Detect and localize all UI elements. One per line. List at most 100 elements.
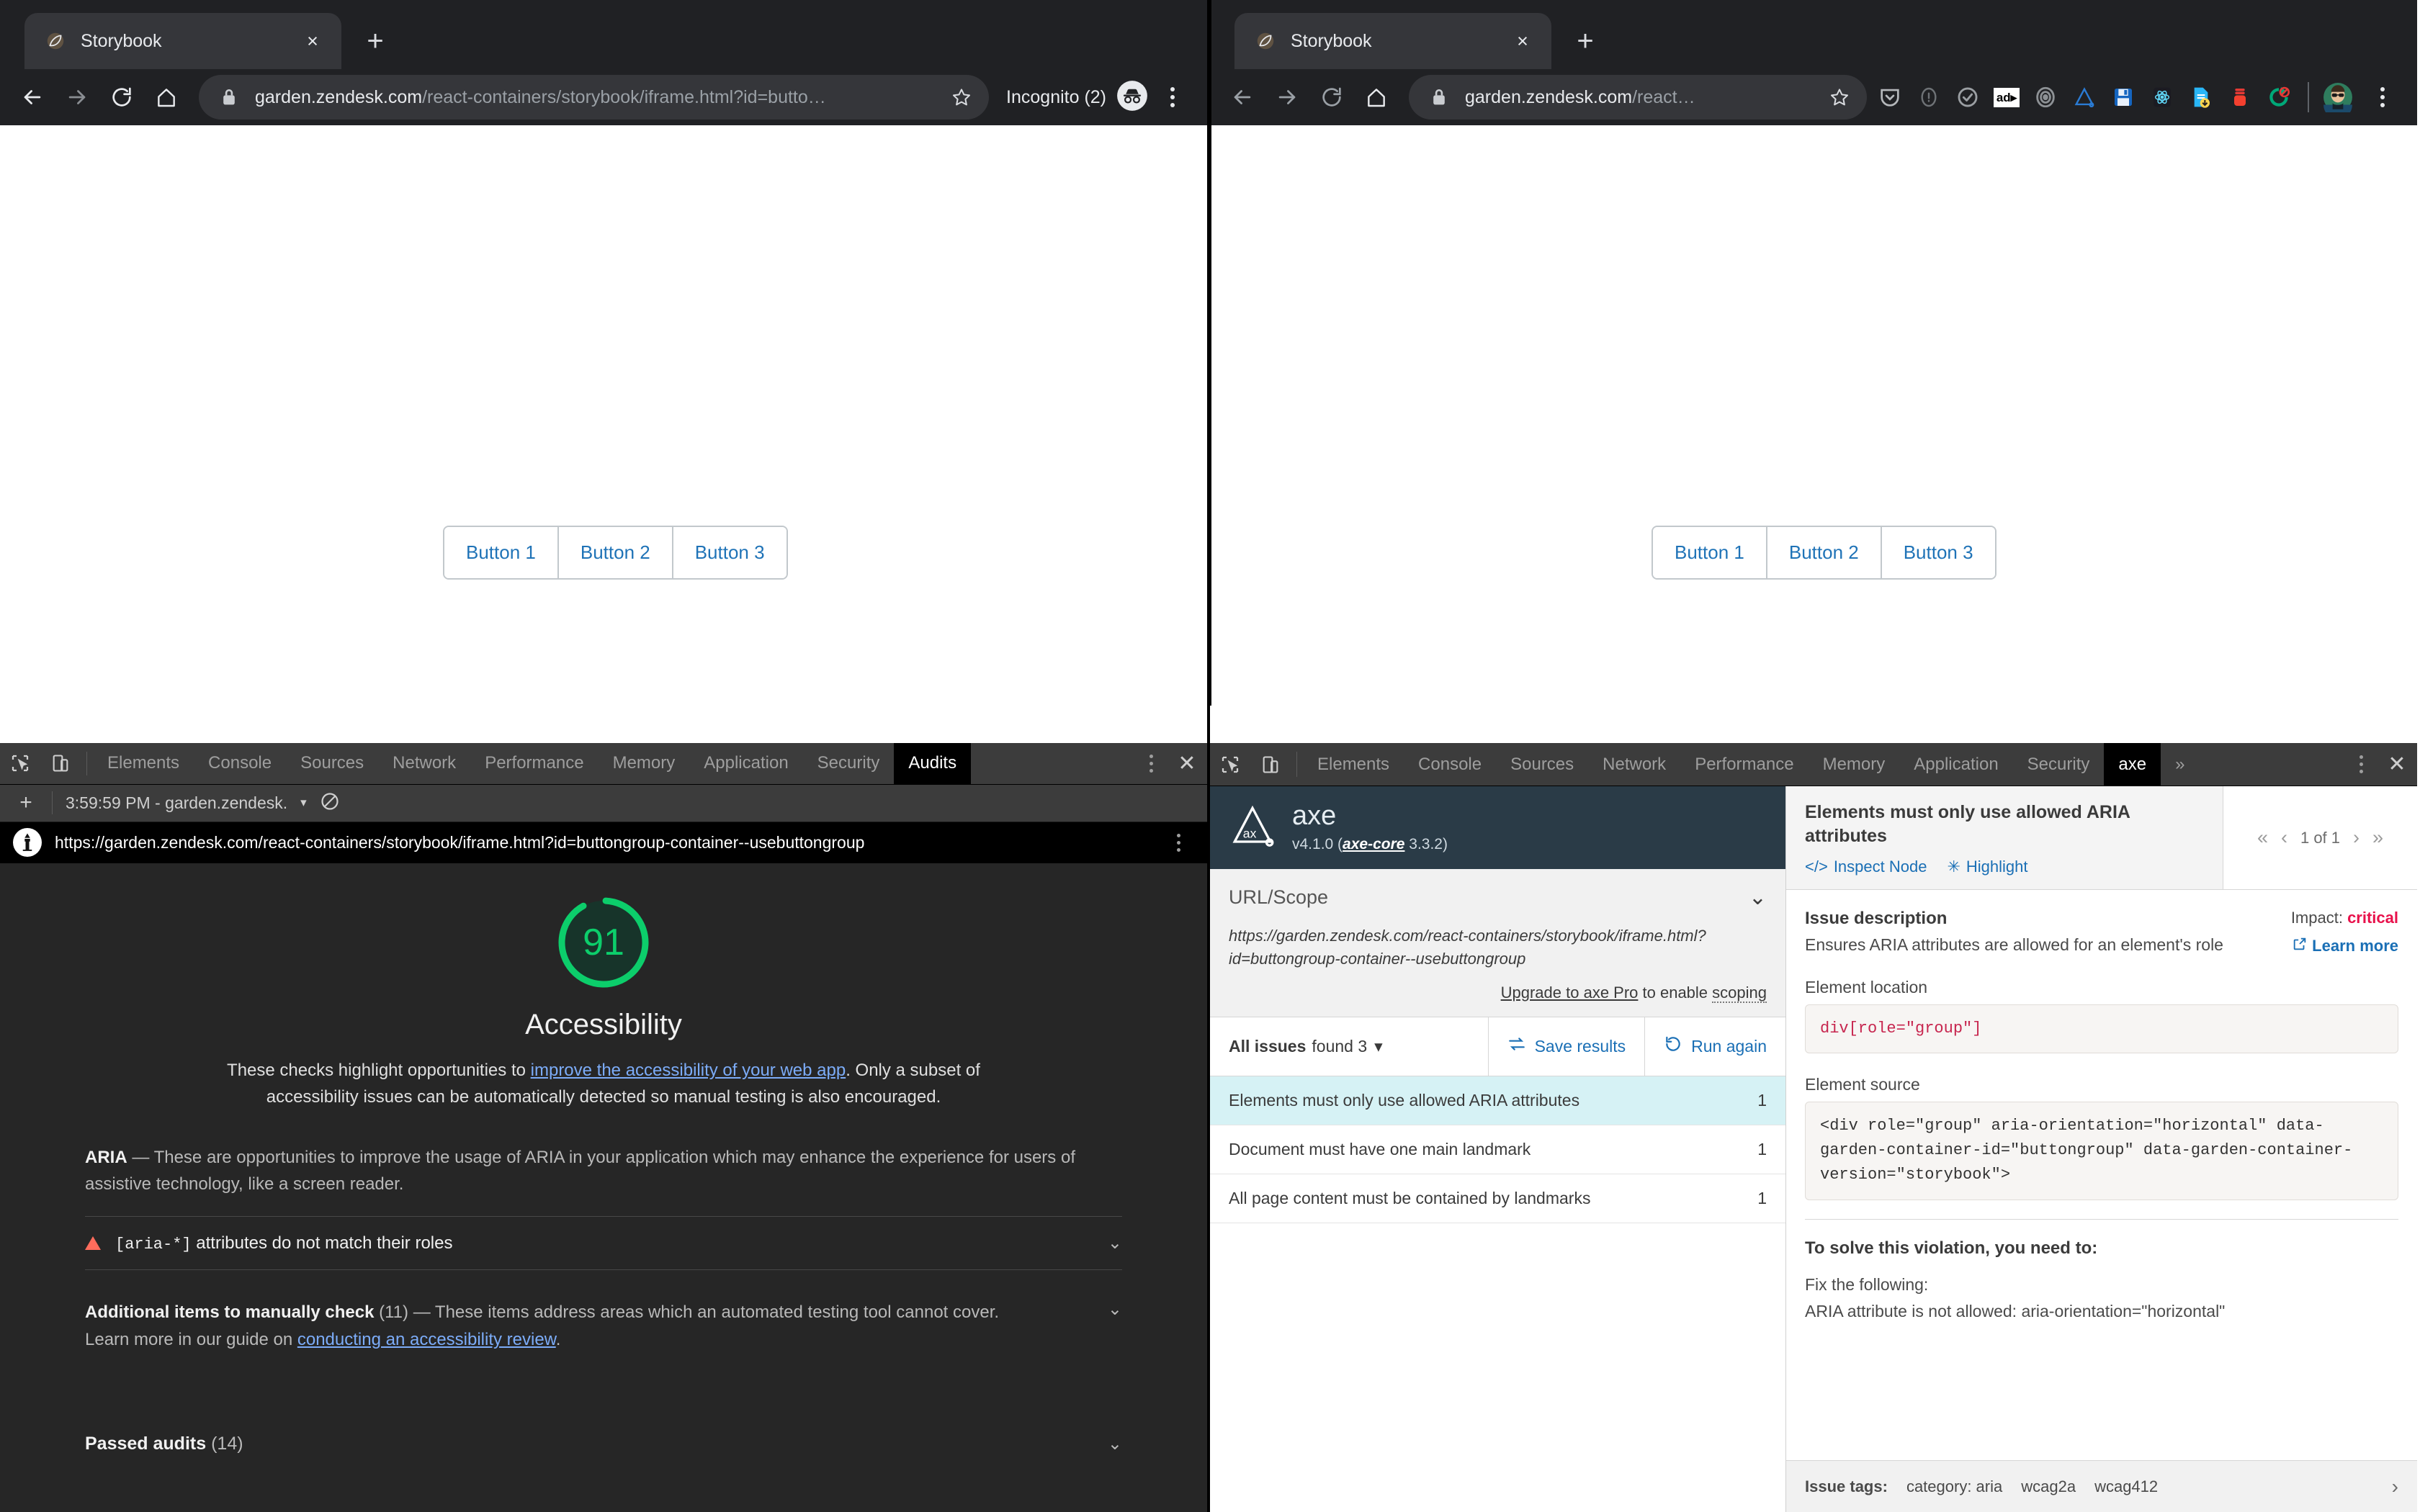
reload-icon[interactable]	[1309, 75, 1354, 120]
red-canister-icon[interactable]	[2221, 78, 2259, 116]
chevron-down-icon[interactable]: ▾	[300, 796, 307, 810]
devtools-tab-overflow[interactable]: »	[2161, 743, 2199, 786]
devtools-tab-elements[interactable]: Elements	[93, 743, 194, 784]
last-page-icon[interactable]: »	[2372, 827, 2383, 849]
no-entry-icon[interactable]	[320, 791, 340, 815]
chevron-down-icon[interactable]: ⌄	[1108, 1299, 1122, 1320]
avatar[interactable]	[2319, 78, 2357, 116]
button-3[interactable]: Button 3	[671, 527, 786, 578]
improve-accessibility-link[interactable]: improve the accessibility of your web ap…	[531, 1061, 846, 1080]
next-page-icon[interactable]: ›	[2353, 827, 2360, 849]
issue-tag[interactable]: wcag412	[2094, 1477, 2158, 1496]
axe-icon[interactable]	[2066, 78, 2103, 116]
reload-icon[interactable]	[99, 75, 144, 120]
expand-tags-icon[interactable]: ›	[2392, 1475, 2398, 1498]
issue-list-item[interactable]: All page content must be contained by la…	[1210, 1174, 1785, 1223]
home-icon[interactable]	[144, 75, 189, 120]
devtools-tab-application[interactable]: Application	[689, 743, 802, 784]
inspect-element-icon[interactable]	[0, 743, 40, 784]
devtools-tab-elements[interactable]: Elements	[1303, 743, 1404, 786]
address-bar[interactable]: garden.zendesk.com/react…	[1409, 75, 1867, 120]
audit-menu-icon[interactable]	[1162, 833, 1194, 852]
info-circle-icon[interactable]	[1910, 78, 1948, 116]
bookmark-star-icon[interactable]	[944, 80, 979, 114]
chevron-down-icon[interactable]: ⌄	[1108, 1233, 1122, 1254]
pocket-icon[interactable]	[1871, 78, 1909, 116]
devtools-tab-security[interactable]: Security	[803, 743, 895, 784]
learn-more-link[interactable]: Learn more	[2291, 936, 2398, 956]
devtools-close-icon[interactable]: ✕	[1167, 743, 1207, 784]
devtools-tab-network[interactable]: Network	[378, 743, 470, 784]
url-scope-header[interactable]: URL/Scope ⌄	[1229, 885, 1767, 910]
browser-tab-storybook[interactable]: Storybook ×	[24, 13, 341, 69]
browser-menu-icon[interactable]	[1154, 75, 1191, 120]
check-circle-icon[interactable]	[1949, 78, 1986, 116]
adblock-icon[interactable]: ad▸	[1988, 78, 2025, 116]
run-again-button[interactable]: Run again	[1645, 1017, 1785, 1076]
forward-icon[interactable]	[1265, 75, 1309, 120]
file-download-icon[interactable]	[2182, 78, 2220, 116]
new-tab-button[interactable]: +	[1561, 17, 1609, 65]
forward-icon[interactable]	[55, 75, 99, 120]
devtools-menu-icon[interactable]	[1135, 743, 1167, 784]
devtools-tab-console[interactable]: Console	[1404, 743, 1496, 786]
incognito-icon[interactable]	[1116, 80, 1148, 115]
inspect-node-button[interactable]: </> Inspect Node	[1805, 858, 1927, 876]
chevron-down-icon[interactable]: ▾	[1374, 1037, 1383, 1056]
close-icon[interactable]: ×	[1508, 27, 1537, 55]
devtools-tab-sources[interactable]: Sources	[286, 743, 378, 784]
devtools-tab-application[interactable]: Application	[1899, 743, 2012, 786]
audit-rule-row[interactable]: [aria-*] attributes do not match their r…	[85, 1216, 1122, 1270]
button-3[interactable]: Button 3	[1880, 527, 1995, 578]
devtools-tab-security[interactable]: Security	[2013, 743, 2105, 786]
devtools-tab-console[interactable]: Console	[194, 743, 286, 784]
home-icon[interactable]	[1354, 75, 1399, 120]
inspect-element-icon[interactable]	[1210, 743, 1250, 786]
react-devtools-icon[interactable]	[2143, 78, 2181, 116]
new-tab-button[interactable]: +	[351, 17, 399, 65]
browser-menu-icon[interactable]	[2364, 75, 2401, 120]
devtools-tab-memory[interactable]: Memory	[599, 743, 690, 784]
target-icon[interactable]	[2027, 78, 2064, 116]
accessibility-review-link[interactable]: conducting an accessibility review	[297, 1330, 556, 1349]
devtools-tab-audits[interactable]: Audits	[894, 743, 972, 784]
button-1[interactable]: Button 1	[1653, 527, 1766, 578]
passed-audits-section[interactable]: Passed audits (14) ⌄	[85, 1434, 1122, 1454]
button-1[interactable]: Button 1	[444, 527, 557, 578]
devtools-tab-network[interactable]: Network	[1588, 743, 1680, 786]
browser-tab-storybook-right[interactable]: Storybook ×	[1234, 13, 1551, 69]
devtools-tab-memory[interactable]: Memory	[1809, 743, 1900, 786]
issue-list-item[interactable]: Elements must only use allowed ARIA attr…	[1210, 1076, 1785, 1125]
devtools-tab-axe[interactable]: axe	[2104, 743, 2161, 786]
green-block-icon[interactable]	[2260, 78, 2298, 116]
issue-list-item[interactable]: Document must have one main landmark 1	[1210, 1125, 1785, 1174]
device-toolbar-icon[interactable]	[40, 743, 81, 784]
floppy-save-icon[interactable]	[2105, 78, 2142, 116]
first-page-icon[interactable]: «	[2257, 827, 2268, 849]
back-icon[interactable]	[1220, 75, 1265, 120]
devtools-close-icon[interactable]: ✕	[2377, 743, 2417, 786]
highlight-button[interactable]: ✳ Highlight	[1947, 858, 2027, 876]
close-icon[interactable]: ×	[298, 27, 327, 55]
devtools-menu-icon[interactable]	[2345, 743, 2377, 786]
devtools-tab-performance[interactable]: Performance	[1680, 743, 1808, 786]
button-2[interactable]: Button 2	[557, 527, 672, 578]
issues-filter[interactable]: All issues found 3 ▾	[1210, 1017, 1402, 1076]
upgrade-axe-pro-link[interactable]: Upgrade to axe Pro	[1501, 984, 1639, 1002]
device-toolbar-icon[interactable]	[1250, 743, 1291, 786]
axe-core-link[interactable]: axe-core	[1343, 836, 1404, 852]
issue-tag[interactable]: wcag2a	[2021, 1477, 2076, 1496]
incognito-indicator[interactable]: Incognito (2)	[1006, 80, 1148, 115]
scoping-tooltip-term[interactable]: scoping	[1712, 983, 1767, 1003]
chevron-down-icon[interactable]: ⌄	[1749, 885, 1767, 910]
prev-page-icon[interactable]: ‹	[2281, 827, 2287, 849]
save-results-button[interactable]: Save results	[1489, 1017, 1645, 1076]
devtools-tab-sources[interactable]: Sources	[1496, 743, 1588, 786]
chevron-down-icon[interactable]: ⌄	[1108, 1434, 1122, 1454]
new-audit-icon[interactable]: +	[13, 791, 39, 815]
issue-tag[interactable]: category: aria	[1906, 1477, 2002, 1496]
bookmark-star-icon[interactable]	[1822, 80, 1857, 114]
address-bar[interactable]: garden.zendesk.com/react-containers/stor…	[199, 75, 990, 120]
button-2[interactable]: Button 2	[1765, 527, 1881, 578]
back-icon[interactable]	[10, 75, 55, 120]
